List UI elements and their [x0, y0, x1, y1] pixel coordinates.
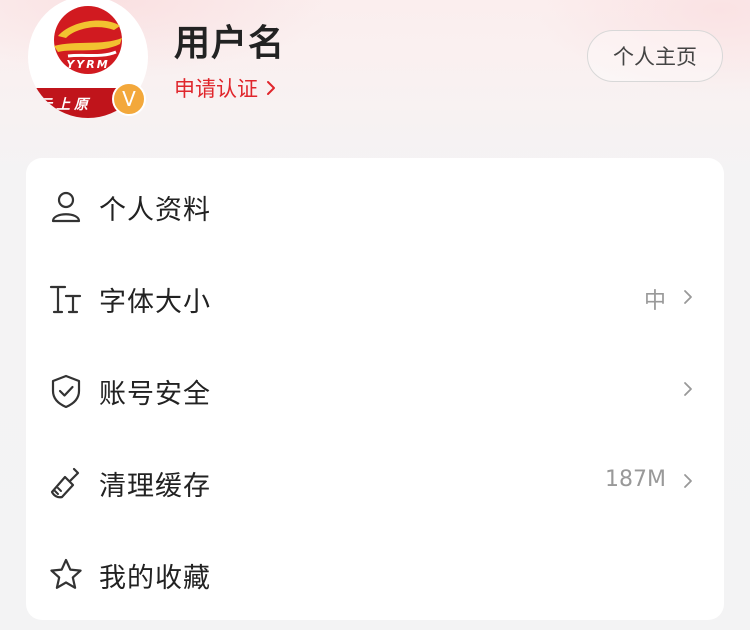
chevron-right-icon: [684, 382, 692, 396]
settings-menu-card: 个人资料 字体大小 中 账号安全 清理缓存 187M 我的收藏: [26, 158, 724, 620]
verified-badge: V: [112, 82, 146, 116]
menu-item-profile[interactable]: 个人资料: [26, 160, 724, 252]
font-size-icon: [49, 285, 82, 314]
menu-item-clear-cache[interactable]: 清理缓存 187M: [26, 436, 724, 528]
broom-icon: [50, 467, 80, 499]
homepage-button[interactable]: 个人主页: [587, 30, 723, 82]
menu-item-font-size[interactable]: 字体大小 中: [26, 252, 724, 344]
apply-verify-link[interactable]: 申请认证: [174, 73, 278, 103]
menu-item-label: 我的收藏: [99, 563, 211, 594]
cache-size-value: 187M: [605, 467, 666, 492]
menu-item-account-security[interactable]: 账号安全: [26, 344, 724, 436]
menu-item-label: 清理缓存: [99, 471, 211, 502]
avatar-caption: 云上原: [38, 97, 92, 113]
menu-item-label: 个人资料: [99, 195, 211, 226]
homepage-button-label: 个人主页: [613, 45, 697, 69]
chevron-right-icon: [684, 290, 692, 304]
username: 用户名: [174, 23, 286, 64]
apply-verify-label: 申请认证: [174, 77, 258, 101]
font-size-value: 中: [643, 289, 666, 314]
menu-item-label: 账号安全: [99, 379, 211, 410]
menu-item-favorites[interactable]: 我的收藏: [26, 528, 724, 620]
user-icon: [51, 191, 81, 223]
star-icon: [50, 558, 82, 589]
menu-item-label: 字体大小: [99, 287, 211, 318]
shield-check-icon: [51, 374, 81, 408]
chevron-right-icon: [267, 81, 275, 95]
chevron-right-icon: [684, 474, 692, 488]
avatar-logo-text: YYRM: [66, 58, 109, 71]
